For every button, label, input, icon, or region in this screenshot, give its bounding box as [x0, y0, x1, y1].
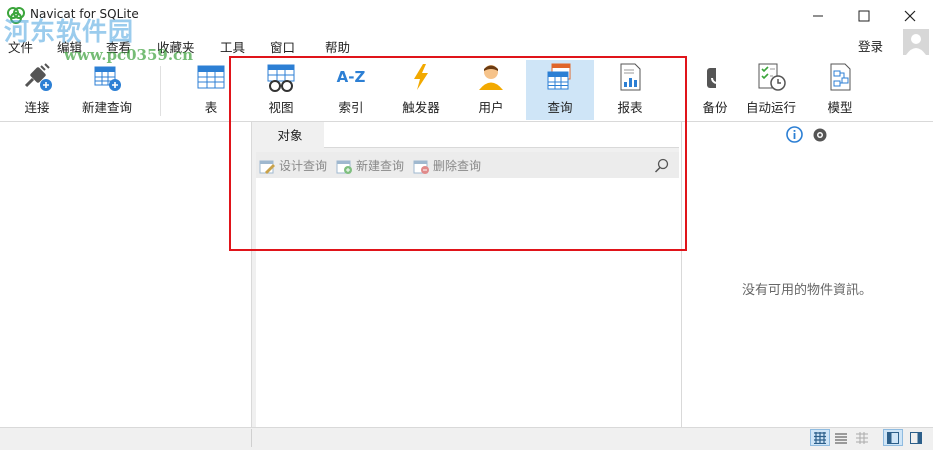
model-icon: [830, 63, 851, 91]
info-pane: [681, 122, 933, 427]
backup-icon: [707, 68, 716, 88]
right-pane-toggle[interactable]: [906, 429, 926, 446]
grid-view-button[interactable]: [810, 429, 830, 446]
menu-tools[interactable]: 工具: [220, 37, 245, 56]
login-link[interactable]: 登录: [858, 36, 883, 55]
plug-icon: [24, 63, 52, 91]
toolbar-new-query-label: 新建查询: [81, 100, 132, 115]
toolbar-new-query-button[interactable]: 新建查询: [72, 60, 142, 120]
close-icon: [904, 10, 916, 21]
watermark-text: 河东软件园: [4, 17, 135, 46]
right-pane-icon: [910, 431, 922, 444]
no-info-message: 没有可用的物件資訊。: [742, 283, 873, 298]
user-avatar-icon: [906, 34, 926, 55]
maximize-button[interactable]: [841, 0, 887, 31]
automation-icon: [758, 63, 786, 91]
avatar[interactable]: [903, 29, 929, 55]
menu-help[interactable]: 帮助: [325, 37, 350, 56]
left-pane-icon: [887, 431, 899, 444]
toolbar-automation-button[interactable]: 自动运行: [736, 60, 806, 120]
eye-icon[interactable]: [812, 127, 828, 143]
status-bar: [0, 427, 933, 450]
minimize-button[interactable]: [795, 0, 841, 31]
left-pane-toggle[interactable]: [883, 429, 903, 446]
list-view-button[interactable]: [831, 429, 851, 446]
connection-tree-pane[interactable]: [0, 122, 252, 427]
toolbar-divider: [160, 66, 161, 116]
highlight-box: [229, 56, 687, 251]
grid-view-icon: [814, 431, 826, 444]
close-button[interactable]: [887, 0, 933, 31]
table-icon: [197, 65, 225, 89]
detail-view-button[interactable]: [852, 429, 872, 446]
toolbar-model-label: 模型: [827, 100, 853, 115]
toolbar-table-label: 表: [204, 100, 218, 115]
status-divider: [251, 429, 252, 447]
detail-view-icon: [856, 431, 868, 444]
new-query-icon: [94, 66, 121, 91]
toolbar-connect-button[interactable]: 连接: [3, 60, 71, 120]
minimize-icon: [813, 15, 823, 16]
toolbar-automation-label: 自动运行: [745, 100, 796, 115]
maximize-icon: [858, 10, 870, 21]
info-icon[interactable]: [786, 126, 803, 143]
toolbar-backup-label: 备份: [702, 100, 728, 115]
toolbar-model-button[interactable]: 模型: [806, 60, 874, 120]
menu-window[interactable]: 窗口: [270, 37, 295, 56]
title-bar: [0, 0, 933, 31]
toolbar-connect-label: 连接: [24, 100, 50, 115]
list-view-icon: [835, 432, 847, 444]
